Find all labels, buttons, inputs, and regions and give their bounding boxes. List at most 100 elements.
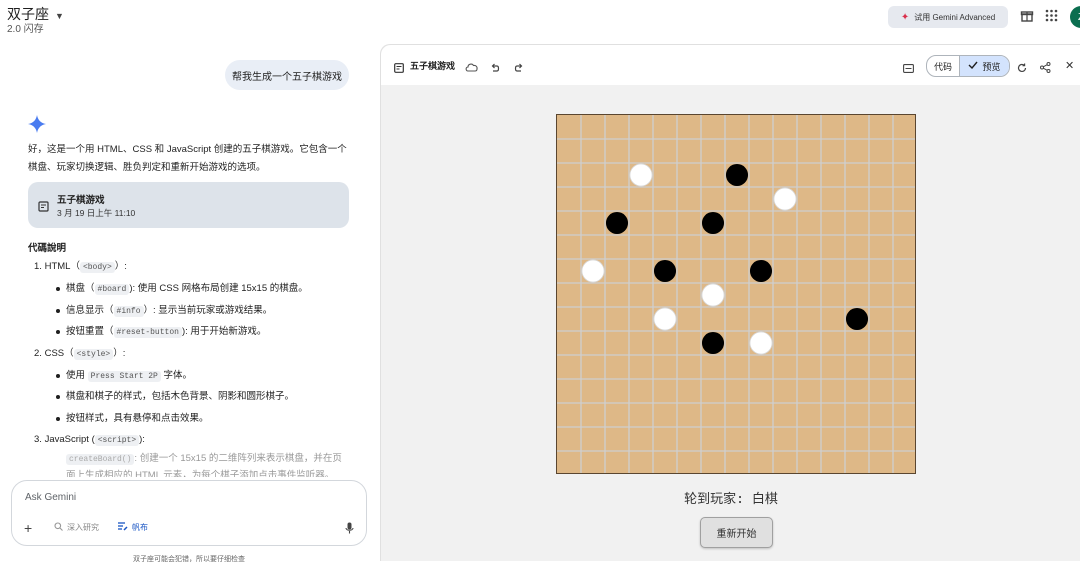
item-tail: ）: — [113, 347, 126, 359]
bullet-item: 棋盘（ #board): 使用 CSS 网格布局创建 15x15 的棋盘。 — [34, 278, 352, 300]
item-number: 1. — [34, 261, 42, 272]
top-bar: 双子座▼ 2.0 闪存 ✦ 试用 Gemini Advanced Z — [0, 0, 1080, 44]
bullet-text: 棋盘和棋子的样式，包括木色背景、阴影和圆形棋子。 — [66, 391, 295, 402]
tab-preview[interactable]: 预览 — [959, 56, 1009, 76]
black-stone — [749, 259, 773, 283]
game-status: 轮到玩家: 白棋 — [684, 492, 778, 507]
canvas-toolbar: 五子棋游戏 代码 预览 ✕ — [381, 45, 1080, 85]
inline-code: #reset-button — [113, 327, 182, 338]
item-label: JavaScript ( — [44, 434, 95, 445]
chat-pane: 帮我生成一个五子棋游戏 好，这是一个用 HTML、CSS 和 JavaScrip… — [0, 44, 378, 563]
disclaimer: 双子座可能会犯错，所以要仔细检查 — [133, 556, 245, 563]
white-stone — [581, 259, 605, 283]
item-number: 2. — [34, 347, 42, 359]
black-stone — [653, 259, 677, 283]
document-title: 五子棋游戏 — [57, 195, 105, 206]
numbered-item: 3. JavaScript (<script>): — [34, 429, 352, 451]
reset-button[interactable]: 重新开始 — [700, 517, 773, 548]
inline-code: <body> — [79, 262, 115, 273]
add-attachment-button[interactable]: + — [24, 520, 32, 536]
black-stone — [701, 331, 725, 355]
check-icon — [968, 61, 979, 71]
black-stone — [845, 307, 869, 331]
model-version: 2.0 闪存 — [7, 24, 44, 35]
black-stone — [725, 163, 749, 187]
canvas-panel: 五子棋游戏 代码 预览 ✕ 轮到玩家: 白棋 重新开始 — [380, 44, 1080, 561]
response-intro: 好，这是一个用 HTML、CSS 和 JavaScript 创建的五子棋游戏。它… — [28, 144, 347, 173]
explanation-list: 1. HTML（ <body>）: 棋盘（ #board): 使用 CSS 网格布局创… — [34, 256, 352, 451]
white-stone — [653, 307, 677, 331]
bullet-text: 信息显示（ — [66, 304, 114, 316]
inline-code: <script> — [94, 435, 140, 446]
gomoku-board[interactable] — [556, 114, 916, 474]
inline-code: Press Start 2P — [87, 370, 161, 382]
deep-research-button[interactable]: 深入研究 — [48, 518, 105, 536]
inline-code: #board — [94, 284, 130, 295]
inline-code: #info — [113, 305, 144, 317]
prompt-input-box[interactable]: Ask Gemini + 深入研究 帆布 — [11, 480, 367, 546]
white-stone — [629, 163, 653, 187]
try-advanced-button[interactable]: ✦ 试用 Gemini Advanced — [888, 6, 1008, 28]
numbered-item: 2. CSS（ <style>）: — [34, 343, 352, 365]
bullet-text: 按钮样式，具有悬停和点击效果。 — [66, 412, 209, 424]
white-stone — [773, 187, 797, 211]
bullet-item: 按钮重置（ #reset-button): 用于开始新游戏。 — [34, 321, 352, 343]
item-tail: ）: — [114, 261, 127, 272]
board-canvas — [557, 115, 915, 473]
bullet-text: 使用 — [66, 369, 88, 381]
white-stone — [701, 283, 725, 307]
document-icon — [38, 199, 49, 217]
bullet-text: 字体。 — [160, 369, 192, 381]
canvas-title: 五子棋游戏 — [410, 61, 456, 71]
item-number: 3. — [34, 434, 42, 445]
bullet-item: 使用 Press Start 2P 字体。 — [34, 365, 352, 387]
close-icon[interactable]: ✕ — [1065, 59, 1074, 72]
canvas-label: 帆布 — [132, 522, 148, 532]
bullet-item: 棋盘和棋子的样式，包括木色背景、阴影和圆形棋子。 — [34, 386, 352, 408]
redo-icon[interactable] — [514, 60, 524, 78]
numbered-item: 1. HTML（ <body>）: — [34, 256, 352, 278]
gemini-sparkle-icon — [28, 115, 46, 138]
document-date: 3 月 19 日上午 11:10 — [57, 208, 136, 218]
canvas-button[interactable]: 帆布 — [112, 518, 154, 536]
undo-icon[interactable] — [490, 60, 500, 78]
document-icon — [394, 60, 404, 78]
faded-list-item: createBoard(): 创建一个 15x15 的二维阵列来表示棋盘，并在页… — [66, 451, 348, 477]
gift-icon[interactable] — [1020, 9, 1034, 28]
sparkle-icon: ✦ — [900, 11, 910, 23]
inline-code: <style> — [73, 348, 114, 360]
item-label: HTML（ — [44, 261, 80, 272]
console-icon[interactable] — [903, 60, 914, 78]
tab-preview-label: 预览 — [982, 61, 1001, 72]
code-preview-toggle: 代码 预览 — [926, 55, 1010, 77]
section-heading: 代碼說明 — [28, 243, 67, 254]
black-stone — [605, 211, 629, 235]
bullet-item: 按钮样式，具有悬停和点击效果。 — [34, 408, 352, 430]
bullet-text: 按钮重置（ — [66, 326, 114, 337]
refresh-icon[interactable] — [1017, 60, 1027, 78]
share-icon[interactable] — [1040, 60, 1051, 78]
chevron-down-icon: ▼ — [55, 11, 64, 21]
deep-research-label: 深入研究 — [67, 522, 99, 532]
black-stone — [701, 211, 725, 235]
canvas-icon — [118, 521, 128, 533]
tab-code[interactable]: 代码 — [927, 56, 959, 76]
bullet-text: ）: 显示当前玩家或游戏结果。 — [143, 304, 273, 316]
user-message: 帮我生成一个五子棋游戏 — [225, 60, 349, 90]
avatar[interactable]: Z — [1070, 6, 1080, 28]
microphone-icon[interactable] — [345, 521, 354, 539]
bullet-text: ): 用于开始新游戏。 — [181, 326, 267, 337]
prompt-input[interactable]: Ask Gemini — [25, 492, 76, 503]
bullet-item: 信息显示（ #info）: 显示当前玩家或游戏结果。 — [34, 300, 352, 322]
cloud-saved-icon — [465, 59, 478, 77]
white-stone — [749, 331, 773, 355]
bullet-text: 棋盘（ — [66, 283, 95, 294]
search-icon — [54, 521, 63, 533]
bullet-text: ): 使用 CSS 网格布局创建 15x15 的棋盘。 — [129, 283, 308, 294]
inline-code: createBoard() — [66, 454, 135, 465]
item-tail: ): — [139, 434, 145, 445]
item-label: CSS（ — [44, 347, 74, 359]
apps-grid-icon[interactable] — [1045, 9, 1058, 27]
canvas-document-card[interactable]: 五子棋游戏 3 月 19 日上午 11:10 — [28, 182, 349, 228]
try-advanced-label: 试用 Gemini Advanced — [914, 12, 996, 22]
